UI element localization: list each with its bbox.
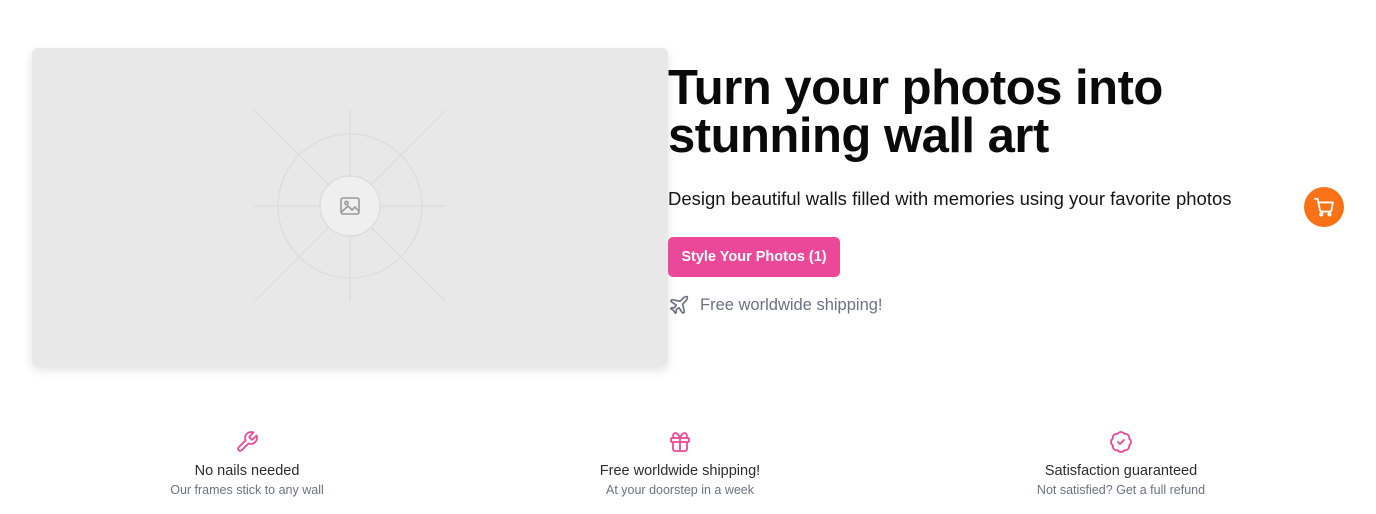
- page-subtitle: Design beautiful walls filled with memor…: [668, 188, 1232, 209]
- feature-free-shipping: Free worldwide shipping! At your doorste…: [530, 430, 830, 498]
- page-title: Turn your photos into stunning wall art: [668, 61, 1163, 163]
- plane-icon: [669, 295, 689, 315]
- placeholder-graphic: [253, 109, 447, 303]
- feature-subtitle: Not satisfied? Get a full refund: [1036, 483, 1206, 497]
- feature-title: Free worldwide shipping!: [599, 463, 761, 479]
- feature-title: Satisfaction guaranteed: [1044, 463, 1198, 479]
- gift-icon: [670, 432, 690, 452]
- wrench-icon: [237, 431, 258, 452]
- feature-no-nails: No nails needed Our frames stick to any …: [97, 430, 397, 498]
- shipping-note: Free worldwide shipping!: [668, 293, 883, 317]
- hero-image-placeholder: [32, 48, 668, 366]
- feature-subtitle: Our frames stick to any wall: [170, 483, 324, 497]
- cart-icon: [1313, 197, 1334, 217]
- badge-check-icon: [1110, 431, 1132, 453]
- feature-satisfaction: Satisfaction guaranteed Not satisfied? G…: [971, 430, 1271, 498]
- cart-button[interactable]: [1304, 187, 1344, 227]
- feature-title: No nails needed: [194, 463, 300, 479]
- feature-subtitle: At your doorstep in a week: [606, 483, 754, 497]
- shipping-text: Free worldwide shipping!: [700, 295, 883, 314]
- style-photos-button[interactable]: Style Your Photos (1): [668, 237, 840, 277]
